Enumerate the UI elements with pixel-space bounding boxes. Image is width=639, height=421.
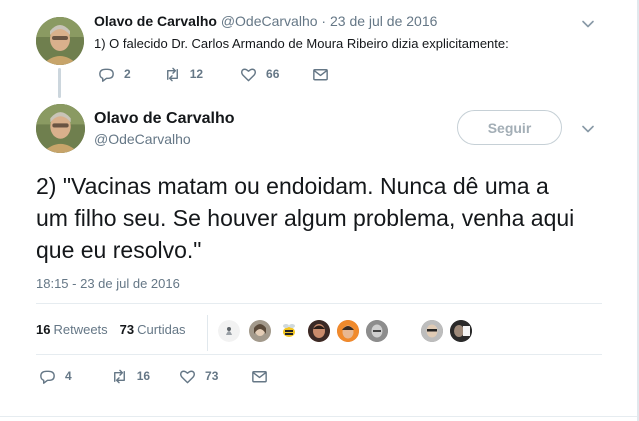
- header-separator: ·: [321, 13, 327, 29]
- retweet-icon: [113, 369, 125, 383]
- direct-message-button[interactable]: [311, 65, 330, 84]
- like-icon: [180, 370, 196, 383]
- follow-button[interactable]: Seguir: [457, 110, 562, 145]
- parent-tweet-text: 1) O falecido Dr. Carlos Armando de Mour…: [94, 36, 509, 51]
- retweet-icon: [166, 67, 178, 81]
- liker-avatar[interactable]: [218, 320, 240, 342]
- main-tweet-actions: 4 16 73: [38, 366, 269, 386]
- liker-avatar[interactable]: [337, 320, 359, 342]
- tweet-stats: 16 Retweets 73 Curtidas: [36, 318, 186, 340]
- retweet-count: 12: [189, 67, 204, 81]
- parent-tweet-date[interactable]: 23 de jul de 2016: [330, 13, 437, 29]
- retweets-stat-label[interactable]: Retweets: [53, 322, 107, 337]
- parent-tweet[interactable]: Olavo de Carvalho @OdeCarvalho · 23 de j…: [0, 0, 637, 98]
- retweet-button[interactable]: 12: [163, 65, 203, 84]
- reply-count: 4: [65, 369, 72, 383]
- likes-stat-count[interactable]: 73: [120, 322, 134, 337]
- like-button[interactable]: 73: [178, 367, 218, 386]
- reply-count: 2: [124, 67, 131, 81]
- parent-author-handle[interactable]: @OdeCarvalho: [221, 13, 318, 29]
- direct-message-icon: [252, 370, 268, 382]
- parent-avatar[interactable]: [36, 17, 84, 65]
- liker-avatar[interactable]: [450, 320, 472, 342]
- chevron-down-icon[interactable]: [581, 122, 595, 136]
- stats-top-divider: [36, 303, 602, 304]
- liker-avatar[interactable]: [278, 320, 300, 342]
- liker-avatar[interactable]: [421, 320, 443, 342]
- liker-avatar[interactable]: [366, 320, 388, 342]
- likes-stat-label[interactable]: Curtidas: [137, 322, 185, 337]
- stats-bottom-divider: [36, 354, 602, 355]
- like-count: 73: [205, 369, 219, 383]
- retweets-stat-count[interactable]: 16: [36, 322, 50, 337]
- retweet-count: 16: [136, 369, 151, 383]
- like-icon: [241, 68, 257, 81]
- chevron-down-icon[interactable]: [581, 17, 595, 31]
- main-tweet-timestamp[interactable]: 18:15 - 23 de jul de 2016: [36, 276, 180, 291]
- like-button[interactable]: 66: [239, 65, 279, 84]
- reply-icon: [40, 370, 55, 384]
- parent-tweet-header: Olavo de Carvalho @OdeCarvalho · 23 de j…: [94, 13, 437, 29]
- stats-separator: [207, 315, 208, 351]
- tweet-bottom-border: [0, 416, 637, 417]
- parent-tweet-actions: 2 12 66: [97, 64, 330, 84]
- main-tweet-text: 2) "Vacinas matam ou endoidam. Nunca dê …: [36, 173, 575, 263]
- main-author-name[interactable]: Olavo de Carvalho: [94, 110, 235, 128]
- parent-author-name[interactable]: Olavo de Carvalho: [94, 13, 217, 29]
- thread-connector-line: [58, 68, 61, 98]
- liker-avatar[interactable]: [308, 320, 330, 342]
- main-avatar[interactable]: [36, 104, 85, 153]
- direct-message-button[interactable]: [250, 367, 269, 386]
- reply-icon: [99, 68, 114, 82]
- retweet-button[interactable]: 16: [110, 367, 150, 386]
- main-author-handle[interactable]: @OdeCarvalho: [94, 131, 191, 147]
- liker-avatar[interactable]: [249, 320, 271, 342]
- direct-message-icon: [313, 68, 329, 80]
- reply-button[interactable]: 2: [97, 65, 131, 84]
- like-count: 66: [266, 67, 280, 81]
- reply-button[interactable]: 4: [38, 367, 72, 386]
